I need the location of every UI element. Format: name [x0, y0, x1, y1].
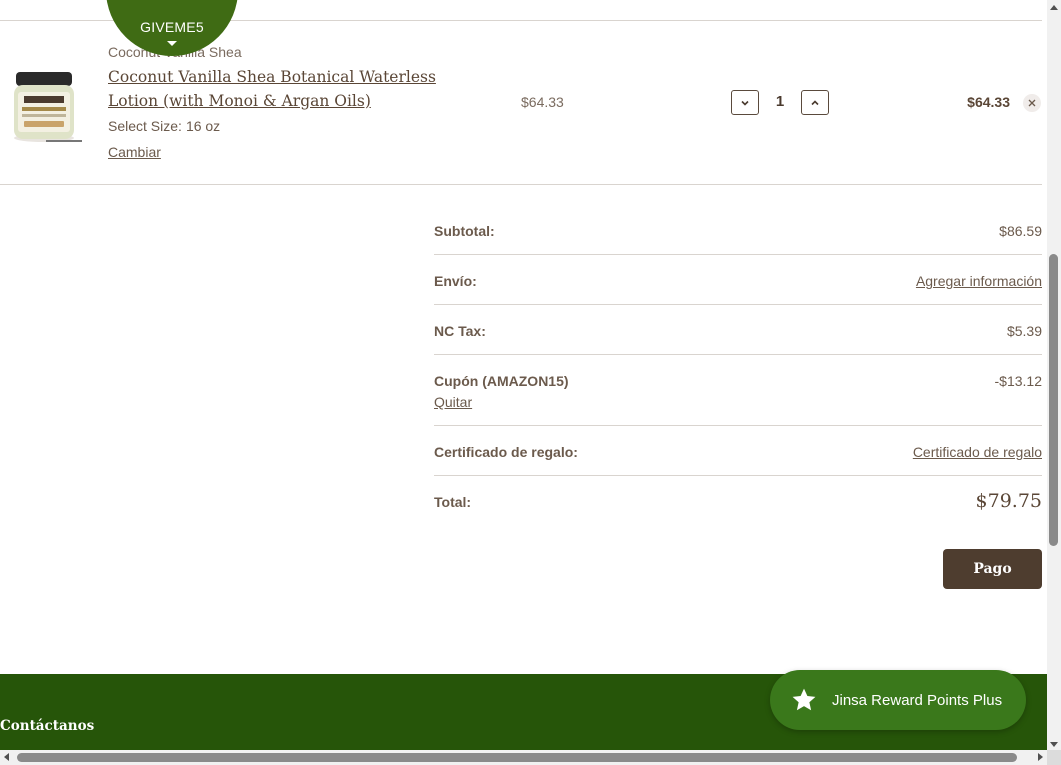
close-icon	[1028, 99, 1036, 107]
scroll-right-icon[interactable]	[1038, 753, 1043, 761]
footer-contact-heading: Contáctanos	[0, 718, 95, 734]
shipping-row: Envío: Agregar información	[434, 255, 1042, 305]
line-total: $64.33	[967, 94, 1010, 110]
decrease-quantity-button[interactable]	[731, 90, 759, 115]
coupon-row: Cupón (AMAZON15) -$13.12 Quitar	[434, 355, 1042, 426]
scrollbar-corner	[1047, 750, 1061, 765]
tax-label: NC Tax:	[434, 323, 486, 339]
remove-item-button[interactable]	[1023, 94, 1041, 112]
horizontal-scroll-thumb[interactable]	[17, 753, 1017, 762]
add-shipping-info-link[interactable]: Agregar información	[916, 273, 1042, 289]
scroll-down-icon[interactable]	[1050, 742, 1058, 747]
cart-page: Coconut Vanilla Shea Coconut Vanilla She…	[0, 0, 1061, 765]
gift-certificate-link[interactable]: Certificado de regalo	[913, 444, 1042, 460]
shipping-label: Envío:	[434, 273, 477, 289]
coupon-value: -$13.12	[994, 373, 1042, 389]
scroll-up-icon[interactable]	[1050, 5, 1058, 10]
caret-down-icon	[167, 41, 177, 46]
size-value: 16 oz	[185, 118, 221, 134]
order-summary: Subtotal: $86.59 Envío: Agregar informac…	[434, 205, 1042, 526]
chevron-down-icon	[741, 100, 749, 106]
product-size: Select Size: 16 oz	[108, 118, 220, 134]
gift-certificate-label: Certificado de regalo:	[434, 444, 578, 460]
tax-value: $5.39	[1006, 323, 1042, 339]
remove-coupon-link[interactable]: Quitar	[434, 394, 472, 410]
chevron-up-icon	[811, 99, 819, 105]
star-icon	[792, 688, 816, 711]
vertical-scrollbar[interactable]	[1047, 0, 1061, 750]
subtotal-label: Subtotal:	[434, 223, 495, 239]
coupon-label: Cupón (AMAZON15)	[434, 373, 569, 389]
quantity-value: 1	[775, 93, 785, 110]
lotion-jar-image	[0, 58, 88, 148]
rewards-launcher-button[interactable]: Jinsa Reward Points Plus	[770, 670, 1026, 730]
gift-certificate-row: Certificado de regalo: Certificado de re…	[434, 426, 1042, 476]
tax-row: NC Tax: $5.39	[434, 305, 1042, 355]
product-thumbnail[interactable]	[0, 58, 88, 148]
subtotal-value: $86.59	[999, 223, 1042, 239]
product-title-link[interactable]: Coconut Vanilla Shea Botanical Waterless…	[108, 65, 488, 113]
promo-code: GIVEME5	[140, 19, 204, 35]
checkout-button[interactable]: Pago	[943, 549, 1042, 589]
subtotal-row: Subtotal: $86.59	[434, 205, 1042, 255]
increase-quantity-button[interactable]	[801, 90, 829, 115]
divider	[0, 184, 1042, 185]
unit-price: $64.33	[521, 94, 564, 110]
change-option-link[interactable]: Cambiar	[108, 144, 161, 160]
total-label: Total:	[434, 494, 472, 510]
total-value: $79.75	[975, 490, 1042, 512]
scroll-left-icon[interactable]	[4, 753, 9, 761]
rewards-label: Jinsa Reward Points Plus	[832, 691, 1003, 709]
total-row: Total: $79.75	[434, 476, 1042, 526]
size-label: Select Size:	[108, 118, 182, 134]
horizontal-scrollbar[interactable]	[0, 750, 1047, 765]
vertical-scroll-thumb[interactable]	[1049, 254, 1058, 546]
